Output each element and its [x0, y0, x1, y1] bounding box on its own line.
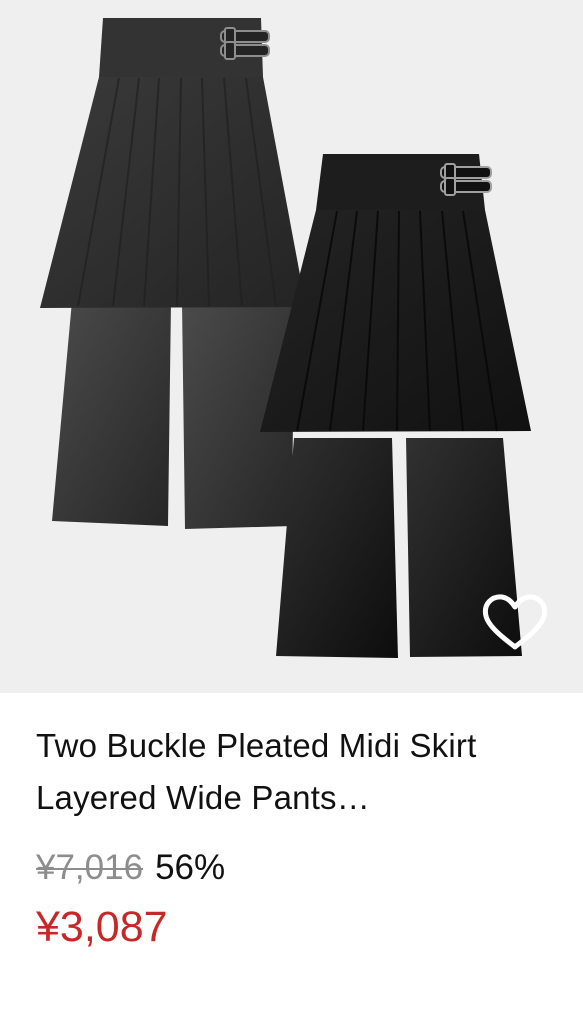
product-title[interactable]: Two Buckle Pleated Midi Skirt Layered Wi…: [36, 720, 516, 824]
sale-price: ¥3,087: [36, 903, 168, 951]
front-garment-left-leg: [276, 438, 398, 658]
favorite-button[interactable]: [480, 592, 550, 656]
product-info: Two Buckle Pleated Midi Skirt Layered Wi…: [36, 720, 566, 954]
heart-outline-icon: [482, 594, 548, 650]
discount-percentage: 56%: [155, 848, 226, 887]
price-row: ¥7,016 56%: [36, 846, 566, 890]
original-price: ¥7,016: [36, 848, 144, 887]
product-image[interactable]: [0, 0, 583, 693]
product-card[interactable]: Two Buckle Pleated Midi Skirt Layered Wi…: [0, 0, 583, 1020]
back-garment-left-leg: [52, 301, 171, 526]
back-garment-skirt: [40, 77, 306, 308]
product-image-area[interactable]: [0, 0, 583, 693]
front-garment-skirt: [260, 210, 531, 432]
